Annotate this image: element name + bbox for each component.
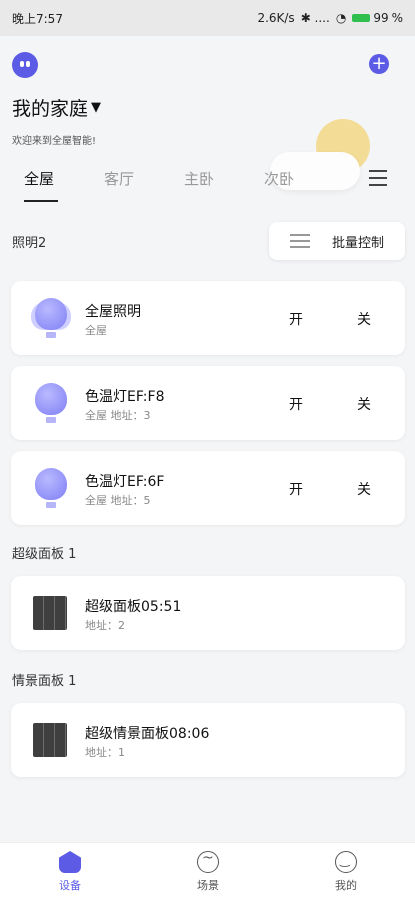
turn-off-button[interactable]: 关 [357,394,371,414]
battery-indicator: 99% [352,11,403,25]
nav-mine-label: 我的 [335,879,357,892]
nav-device[interactable]: 设备 [40,851,100,893]
scene-panel-group-label: 情景面板 1 [12,674,77,689]
home-selector[interactable]: 我的家庭 ▼ [12,94,101,121]
batch-control-label: 批量控制 [331,235,384,251]
welcome-text: 欢迎来到全屋智能! [12,136,97,147]
nav-scene-label: 场景 [197,879,219,892]
device-card-all-lights[interactable]: 全屋照明 全屋 开 关 [11,281,405,355]
panel-icon [33,723,67,757]
tab-whole-house[interactable]: 全屋 [24,168,54,189]
network-speed: 2.6K/s [257,11,295,25]
room-tabs: 全屋 客厅 主卧 次卧 [0,168,415,204]
device-subtitle: 全屋 地址：5 [85,494,151,507]
status-bar: 晚上7:57 2.6K/s ✱ .... ◔ 99% [0,0,415,36]
device-card-light-ef-6f[interactable]: 色温灯EF:6F 全屋 地址：5 开 关 [11,451,405,525]
device-card-scene-panel[interactable]: 超级情景面板08:06 地址：1 [11,703,405,777]
turn-on-button[interactable]: 开 [289,309,303,329]
device-title: 全屋照明 [85,304,141,320]
active-tab-indicator [24,200,58,202]
bulb-icon [35,383,67,423]
device-subtitle: 全屋 地址：3 [85,409,151,422]
scene-icon [197,850,219,873]
home-device-icon [59,851,81,873]
profile-icon [335,851,357,873]
bulb-icon [35,468,67,508]
device-subtitle: 全屋 [85,324,107,337]
tab-master-bedroom[interactable]: 主卧 [184,168,214,189]
tab-living-room[interactable]: 客厅 [104,168,134,189]
nav-device-label: 设备 [59,879,81,892]
device-title: 色温灯EF:F8 [85,389,165,405]
clock: 晚上7:57 [12,11,63,26]
batch-control-button[interactable]: 批量控制 [269,222,405,260]
turn-off-button[interactable]: 关 [357,479,371,499]
bottom-navigation: 设备 场景 我的 [0,842,415,900]
lighting-group-label: 照明2 [12,236,47,251]
list-icon [289,234,310,248]
home-title: 我的家庭 [12,98,89,120]
nav-mine[interactable]: 我的 [316,851,376,893]
turn-on-button[interactable]: 开 [289,394,303,414]
bluetooth-signal-icons: ✱ .... [300,11,330,25]
add-device-button[interactable]: + [369,54,389,74]
device-title: 色温灯EF:6F [85,474,165,490]
turn-on-button[interactable]: 开 [289,479,303,499]
status-icons: 2.6K/s ✱ .... ◔ 99% [257,11,403,25]
turn-off-button[interactable]: 关 [357,309,371,329]
tab-second-bedroom[interactable]: 次卧 [264,168,294,189]
caret-down-icon: ▼ [91,100,102,115]
device-card-super-panel[interactable]: 超级面板05:51 地址：2 [11,576,405,650]
device-title: 超级面板05:51 [85,599,182,615]
device-card-light-ef-f8[interactable]: 色温灯EF:F8 全屋 地址：3 开 关 [11,366,405,440]
menu-icon[interactable] [369,170,387,186]
device-subtitle: 地址：1 [85,746,125,759]
wifi-icon: ◔ [335,11,347,25]
battery-percent: 99 [373,11,389,25]
panel-icon [33,596,67,630]
device-title: 超级情景面板08:06 [85,726,210,742]
nav-scene[interactable]: 场景 [178,850,238,893]
device-subtitle: 地址：2 [85,619,125,632]
avatar-icon[interactable] [12,52,38,78]
super-panel-group-label: 超级面板 1 [12,547,77,562]
battery-icon [352,14,371,22]
bulb-group-icon [35,298,67,338]
